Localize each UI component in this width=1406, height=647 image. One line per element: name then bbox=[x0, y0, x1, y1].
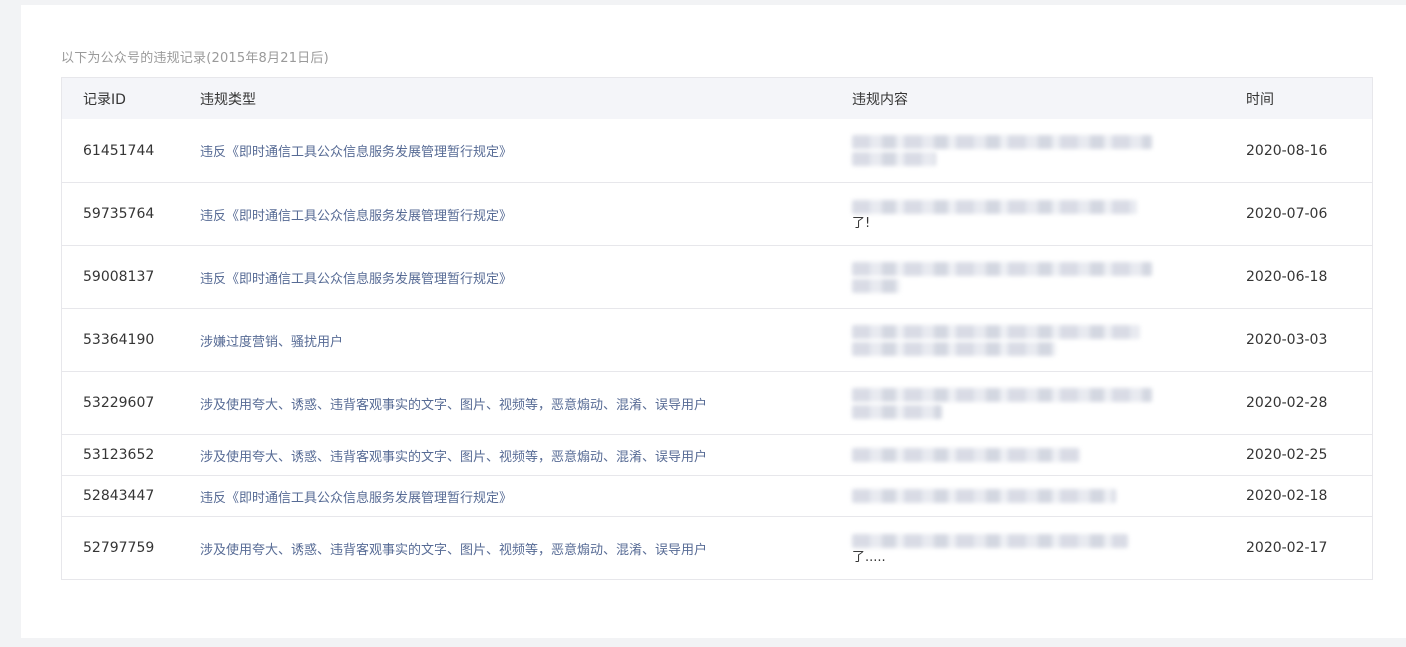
header-time: 时间 bbox=[1246, 91, 1274, 108]
table-header-row: 记录ID 违规类型 违规内容 时间 bbox=[62, 78, 1372, 119]
violation-records-card: 以下为公众号的违规记录(2015年8月21日后) 记录ID 违规类型 违规内容 … bbox=[21, 5, 1406, 638]
violation-time: 2020-08-16 bbox=[1246, 142, 1328, 159]
records-notice: 以下为公众号的违规记录(2015年8月21日后) bbox=[61, 51, 329, 66]
violation-type: 涉及使用夸大、诱惑、违背客观事实的文字、图片、视频等，恶意煽动、混淆、误导用户 bbox=[200, 397, 708, 413]
redacted-line bbox=[852, 135, 1152, 149]
redacted-line bbox=[852, 152, 936, 166]
record-id: 53229607 bbox=[83, 395, 155, 411]
redacted-line bbox=[852, 448, 1080, 462]
violation-content bbox=[852, 259, 1246, 296]
redacted-content bbox=[852, 135, 1152, 166]
redacted-line bbox=[852, 404, 942, 419]
table-row: 53123652 涉及使用夸大、诱惑、违背客观事实的文字、图片、视频等，恶意煽动、… bbox=[62, 434, 1372, 475]
redacted-line bbox=[852, 387, 1152, 402]
redacted-line bbox=[852, 261, 1152, 276]
redacted-line bbox=[852, 489, 1116, 503]
header-violation-content: 违规内容 bbox=[852, 91, 908, 108]
redacted-content: 了..... bbox=[852, 534, 1152, 565]
violation-content bbox=[852, 486, 1246, 506]
violation-time: 2020-02-17 bbox=[1246, 540, 1328, 556]
record-id: 53123652 bbox=[83, 447, 155, 463]
redacted-content bbox=[852, 489, 1152, 503]
redacted-line bbox=[852, 324, 1140, 339]
record-id: 61451744 bbox=[83, 142, 155, 159]
violation-content bbox=[852, 445, 1246, 465]
violation-content bbox=[852, 132, 1246, 169]
violation-type: 涉及使用夸大、诱惑、违背客观事实的文字、图片、视频等，恶意煽动、混淆、误导用户 bbox=[200, 542, 708, 558]
violation-type: 涉嫌过度营销、骚扰用户 bbox=[200, 334, 344, 350]
violation-content bbox=[852, 322, 1246, 359]
table-row: 52797759 涉及使用夸大、诱惑、违背客观事实的文字、图片、视频等，恶意煽动、… bbox=[62, 516, 1372, 579]
redacted-content bbox=[852, 261, 1152, 293]
record-id: 59008137 bbox=[83, 269, 155, 285]
table-row: 53229607 涉及使用夸大、诱惑、违背客观事实的文字、图片、视频等，恶意煽动、… bbox=[62, 371, 1372, 434]
violation-time: 2020-02-25 bbox=[1246, 447, 1328, 463]
redacted-line bbox=[852, 278, 900, 293]
violation-content bbox=[852, 385, 1246, 422]
violation-time: 2020-02-28 bbox=[1246, 395, 1328, 411]
violation-type: 违反《即时通信工具公众信息服务发展管理暂行规定》 bbox=[200, 490, 513, 506]
content-tail: 了..... bbox=[852, 550, 886, 565]
redacted-content: 了! bbox=[852, 200, 1152, 231]
violation-type: 违反《即时通信工具公众信息服务发展管理暂行规定》 bbox=[200, 271, 513, 287]
record-id: 52797759 bbox=[83, 540, 155, 556]
violation-type: 违反《即时通信工具公众信息服务发展管理暂行规定》 bbox=[200, 208, 513, 224]
violation-time: 2020-07-06 bbox=[1246, 206, 1328, 222]
violation-type: 违反《即时通信工具公众信息服务发展管理暂行规定》 bbox=[200, 145, 513, 160]
header-violation-type: 违规类型 bbox=[200, 91, 256, 108]
table-row: 61451744 违反《即时通信工具公众信息服务发展管理暂行规定》 2020-08-… bbox=[62, 119, 1372, 182]
record-id: 59735764 bbox=[83, 206, 155, 222]
violation-content: 了..... bbox=[852, 531, 1246, 565]
violation-time: 2020-02-18 bbox=[1246, 488, 1328, 504]
table-row: 52843447 违反《即时通信工具公众信息服务发展管理暂行规定》 2020-02-… bbox=[62, 475, 1372, 516]
violation-time: 2020-06-18 bbox=[1246, 269, 1328, 285]
redacted-line bbox=[852, 200, 1137, 214]
violation-type: 涉及使用夸大、诱惑、违背客观事实的文字、图片、视频等，恶意煽动、混淆、误导用户 bbox=[200, 449, 708, 465]
redacted-content bbox=[852, 387, 1152, 419]
redacted-content bbox=[852, 324, 1152, 356]
content-tail: 了! bbox=[852, 216, 871, 231]
table-row: 53364190 涉嫌过度营销、骚扰用户 2020-03-03 bbox=[62, 308, 1372, 371]
header-record-id: 记录ID bbox=[83, 91, 126, 108]
table-row: 59008137 违反《即时通信工具公众信息服务发展管理暂行规定》 2020-06-… bbox=[62, 245, 1372, 308]
violation-content: 了! bbox=[852, 197, 1246, 231]
table-body: 61451744 违反《即时通信工具公众信息服务发展管理暂行规定》 2020-08-… bbox=[62, 119, 1372, 579]
redacted-line bbox=[852, 534, 1128, 548]
violation-time: 2020-03-03 bbox=[1246, 332, 1328, 348]
table-row: 59735764 违反《即时通信工具公众信息服务发展管理暂行规定》了! 2020-0… bbox=[62, 182, 1372, 245]
redacted-content bbox=[852, 448, 1152, 462]
record-id: 53364190 bbox=[83, 332, 155, 348]
record-id: 52843447 bbox=[83, 488, 155, 504]
violation-records-table: 记录ID 违规类型 违规内容 时间 61451744 违反《即时通信工具公众信息服… bbox=[61, 77, 1373, 580]
redacted-line bbox=[852, 341, 1056, 356]
